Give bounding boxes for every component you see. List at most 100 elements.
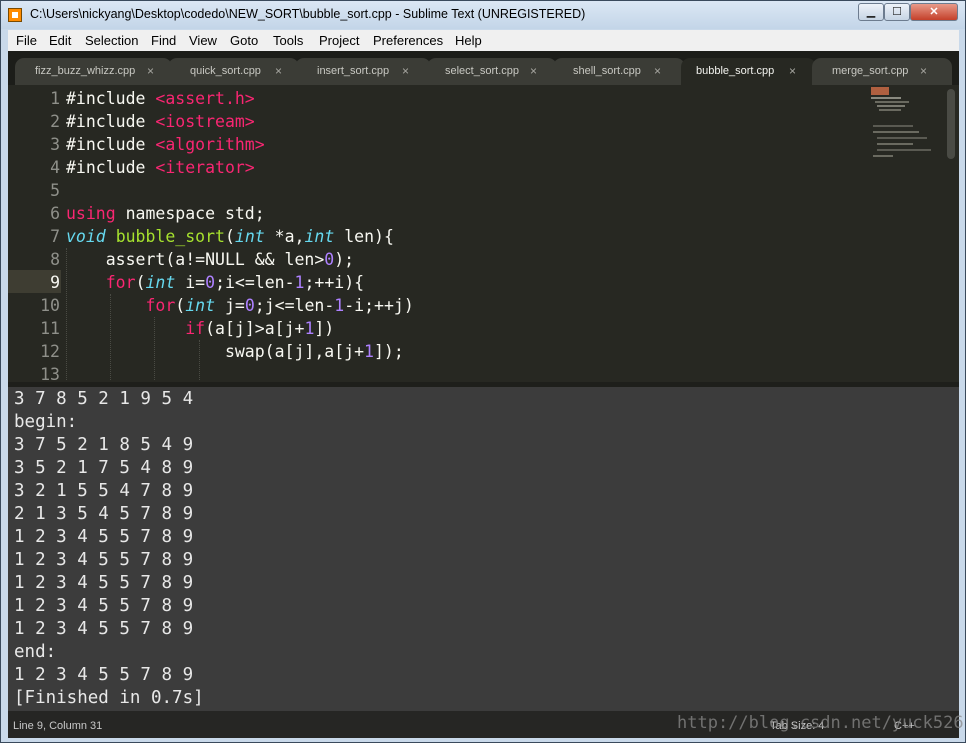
title-bar[interactable]: C:\Users\nickyang\Desktop\codedo\NEW_SOR… [1, 1, 965, 29]
code-token: for [145, 296, 176, 315]
code-line[interactable]: #include <algorithm> [66, 133, 265, 156]
tab-shell-sort[interactable]: shell_sort.cpp × [553, 58, 685, 85]
menu-goto[interactable]: Goto [230, 33, 258, 48]
tab-close-icon[interactable]: × [789, 64, 796, 78]
menu-selection[interactable]: Selection [85, 33, 138, 48]
code-token: int [145, 273, 176, 292]
code-token: namespace std; [115, 204, 265, 223]
tab-close-icon[interactable]: × [147, 64, 154, 78]
indent-guide [154, 317, 155, 380]
code-token: int [304, 227, 335, 246]
tab-merge-sort[interactable]: merge_sort.cpp × [812, 58, 952, 85]
tab-label: merge_sort.cpp [832, 65, 909, 77]
code-token: 0 [205, 273, 216, 292]
menu-help[interactable]: Help [455, 33, 482, 48]
output-line: 3 5 2 1 7 5 4 8 9 [14, 458, 194, 478]
code-token: ;++i){ [304, 273, 365, 292]
window-title: C:\Users\nickyang\Desktop\codedo\NEW_SOR… [30, 7, 586, 21]
tab-close-icon[interactable]: × [402, 64, 409, 78]
minimap[interactable] [869, 85, 945, 382]
build-output-panel[interactable]: 3 7 8 5 2 1 9 5 4 begin: 3 7 5 2 1 8 5 4 9… [8, 387, 959, 711]
code-token: len){ [334, 227, 394, 246]
editor-scrollbar[interactable] [947, 89, 955, 159]
menu-file[interactable]: File [16, 33, 37, 48]
tab-label: shell_sort.cpp [573, 65, 641, 77]
menu-find[interactable]: Find [151, 33, 176, 48]
menu-view[interactable]: View [189, 33, 217, 48]
tab-label: select_sort.cpp [445, 65, 519, 77]
tab-quick-sort[interactable]: quick_sort.cpp × [168, 58, 299, 85]
code-token: using [66, 204, 116, 223]
tab-insert-sort[interactable]: insert_sort.cpp × [295, 58, 431, 85]
code-line[interactable]: using namespace std; [66, 202, 265, 225]
minimize-button[interactable]: ▁ [858, 3, 884, 21]
code-token: assert(a!=NULL && len> [66, 250, 325, 269]
code-line[interactable]: assert(a!=NULL && len>0); [66, 248, 354, 271]
output-line: 1 2 3 4 5 5 7 8 9 [14, 573, 194, 593]
app-window: C:\Users\nickyang\Desktop\codedo\NEW_SOR… [0, 0, 966, 743]
code-line[interactable]: #include <assert.h> [66, 87, 255, 110]
code-token: i= [175, 273, 206, 292]
code-token: #include [66, 158, 156, 177]
output-line: [Finished in 0.7s] [14, 688, 204, 708]
tab-fizz-buzz-whizz[interactable]: fizz_buzz_whizz.cpp × [15, 58, 172, 85]
code-token: #include [66, 89, 156, 108]
sublime-app-icon[interactable] [8, 8, 22, 22]
code-token: ]) [314, 319, 335, 338]
tab-label: fizz_buzz_whizz.cpp [35, 65, 136, 77]
code-token: int [185, 296, 216, 315]
code-token: <algorithm> [155, 135, 265, 154]
output-line: 1 2 3 4 5 5 7 8 9 [14, 527, 194, 547]
menu-project[interactable]: Project [319, 33, 359, 48]
line-number: 8 [50, 250, 60, 269]
code-token: if [185, 319, 206, 338]
line-number: 5 [50, 181, 60, 200]
code-token: for [105, 273, 136, 292]
code-editor[interactable]: 1 2 3 4 5 6 7 8 9 10 11 12 13 #include <assert.h> #in… [8, 85, 959, 382]
code-token: 1 [294, 273, 305, 292]
line-number: 4 [50, 158, 60, 177]
code-line[interactable]: #include <iostream> [66, 110, 255, 133]
tab-bar: fizz_buzz_whizz.cpp × quick_sort.cpp × i… [8, 51, 959, 85]
tab-close-icon[interactable]: × [530, 64, 537, 78]
line-number: 12 [40, 342, 60, 361]
tab-label: bubble_sort.cpp [696, 65, 775, 77]
menu-tools[interactable]: Tools [273, 33, 303, 48]
code-token: 0 [324, 250, 335, 269]
code-token: -i;++j) [344, 296, 414, 315]
code-token: <assert.h> [155, 89, 255, 108]
code-line[interactable]: swap(a[j],a[j+1]); [66, 340, 404, 363]
menu-preferences[interactable]: Preferences [373, 33, 443, 48]
code-token: 1 [364, 342, 374, 361]
code-token: ]); [373, 342, 404, 361]
code-token: ( [224, 227, 235, 246]
tab-select-sort[interactable]: select_sort.cpp × [427, 58, 557, 85]
close-window-button[interactable]: ✕ [910, 3, 958, 21]
code-line[interactable]: #include <iterator> [66, 156, 255, 179]
code-token: int [234, 227, 265, 246]
code-line[interactable]: if(a[j]>a[j+1]) [66, 317, 334, 340]
maximize-button[interactable]: ☐ [884, 3, 910, 21]
tab-close-icon[interactable]: × [275, 64, 282, 78]
code-token: <iterator> [155, 158, 255, 177]
tab-bubble-sort[interactable]: bubble_sort.cpp × [681, 58, 816, 85]
menu-edit[interactable]: Edit [49, 33, 71, 48]
cursor-position: Line 9, Column 31 [13, 720, 103, 732]
code-line[interactable]: void bubble_sort(int *a,int len){ [66, 225, 394, 248]
code-line[interactable]: for(int j=0;j<=len-1-i;++j) [66, 294, 414, 317]
code-line[interactable]: for(int i=0;i<=len-1;++i){ [66, 271, 364, 294]
output-line: 3 7 5 2 1 8 5 4 9 [14, 435, 194, 455]
code-token: ;j<=len- [254, 296, 335, 315]
output-line: 1 2 3 4 5 5 7 8 9 [14, 665, 194, 685]
code-token: 1 [304, 319, 315, 338]
indent-guide [110, 294, 111, 380]
tab-close-icon[interactable]: × [654, 64, 661, 78]
code-token: #include [66, 135, 156, 154]
code-token: j= [215, 296, 245, 315]
code-token: *a, [264, 227, 305, 246]
tab-close-icon[interactable]: × [920, 64, 927, 78]
